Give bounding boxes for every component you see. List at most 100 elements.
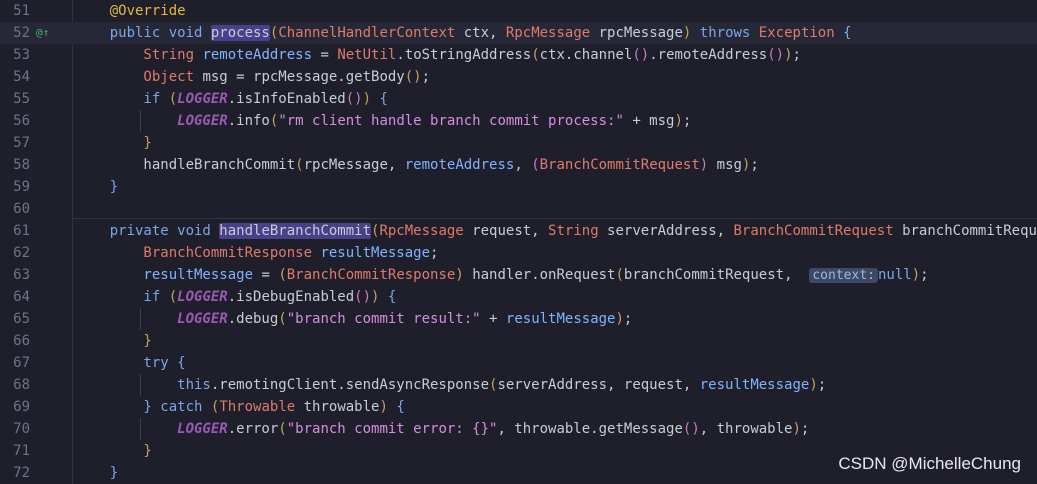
code-token: .error <box>227 421 279 437</box>
code-token: LOGGER <box>177 289 228 305</box>
code-line[interactable]: 68 this.remotingClient.sendAsyncResponse… <box>0 374 1037 396</box>
code-token: null <box>877 267 912 283</box>
code-text[interactable]: if (LOGGER.isDebugEnabled()) { <box>76 286 396 308</box>
code-text[interactable]: private void handleBranchCommit(RpcMessa… <box>76 220 1037 242</box>
line-number: 63 <box>13 267 30 283</box>
line-number: 57 <box>13 135 30 151</box>
code-editor[interactable]: 51 @Override 52 @↑ public void process(Cha… <box>0 0 1037 484</box>
code-line[interactable]: 57 } <box>0 132 1037 154</box>
code-token: { <box>379 289 397 305</box>
code-token: msg <box>708 157 742 173</box>
code-text[interactable]: public void process(ChannelHandlerContex… <box>76 22 852 44</box>
code-token: ) <box>674 113 683 129</box>
code-token: LOGGER <box>76 421 228 437</box>
code-token: ; <box>817 377 827 393</box>
code-token: handler.onRequest <box>463 267 616 283</box>
code-line[interactable]: 51 @Override <box>0 0 1037 22</box>
code-token: ctx.channel <box>539 47 633 63</box>
code-token: ( <box>278 421 287 437</box>
line-number: 72 <box>13 465 30 481</box>
code-line[interactable]: 67 try { <box>0 352 1037 374</box>
code-line[interactable]: 69 } catch (Throwable throwable) { <box>0 396 1037 418</box>
code-token: .isInfoEnabled <box>227 91 346 107</box>
code-text[interactable]: Object msg = rpcMessage.getBody(); <box>76 66 430 88</box>
code-token: = <box>253 267 279 283</box>
line-number: 51 <box>13 3 30 19</box>
code-token: = <box>312 47 338 63</box>
code-token: ctx, <box>455 25 506 41</box>
code-token: ) <box>699 157 709 173</box>
code-token: LOGGER <box>76 311 228 327</box>
code-token: ( <box>278 311 287 327</box>
code-token: , throwable.getMessage <box>497 421 683 437</box>
code-token: @Override <box>76 3 186 19</box>
code-text[interactable]: } <box>76 330 151 352</box>
line-number: 56 <box>13 113 30 129</box>
code-text[interactable]: LOGGER.info("rm client handle branch com… <box>76 110 691 132</box>
code-text[interactable]: if (LOGGER.isInfoEnabled()) { <box>76 88 387 110</box>
code-text[interactable]: } <box>76 462 118 484</box>
code-text[interactable]: LOGGER.debug("branch commit result:" + r… <box>76 308 632 330</box>
line-number: 62 <box>13 245 30 261</box>
code-token: if <box>76 289 169 305</box>
code-token: , throwable <box>699 421 793 437</box>
code-text[interactable]: handleBranchCommit(rpcMessage, remoteAdd… <box>76 154 758 176</box>
code-text[interactable]: @Override <box>76 0 186 22</box>
code-token: serverAddress, <box>598 223 734 239</box>
line-number: 60 <box>13 201 30 217</box>
code-token: ; <box>623 311 633 327</box>
code-token: ( <box>295 157 304 173</box>
code-text[interactable]: this.remotingClient.sendAsyncResponse(se… <box>76 374 826 396</box>
code-token: BranchCommitResponse <box>286 267 456 283</box>
code-token: .remoteAddress <box>649 47 768 63</box>
code-text[interactable]: BranchCommitResponse resultMessage; <box>76 242 438 264</box>
code-line[interactable]: 70 LOGGER.error("branch commit error: {}… <box>0 418 1037 440</box>
code-text[interactable]: } <box>76 176 118 198</box>
code-token: handleBranchCommit <box>76 157 296 173</box>
code-line[interactable]: 55 if (LOGGER.isInfoEnabled()) { <box>0 88 1037 110</box>
code-token: } <box>76 179 119 195</box>
code-line[interactable]: 61 private void handleBranchCommit(RpcMe… <box>0 220 1037 242</box>
code-line[interactable]: 63 resultMessage = (BranchCommitResponse… <box>0 264 1037 286</box>
code-text[interactable]: } <box>76 440 151 462</box>
indent-guide <box>140 418 141 440</box>
code-text[interactable]: } <box>76 132 151 154</box>
code-line[interactable]: 56 LOGGER.info("rm client handle branch … <box>0 110 1037 132</box>
code-token: "rm client handle branch commit process:… <box>278 113 624 129</box>
code-text[interactable]: resultMessage = (BranchCommitResponse) h… <box>76 264 929 287</box>
code-text[interactable]: LOGGER.error("branch commit error: {}", … <box>76 418 809 440</box>
code-token: resultMessage <box>76 267 254 283</box>
code-token: .info <box>227 113 270 129</box>
code-token: .remotingClient.sendAsyncResponse <box>210 377 490 393</box>
code-token: ; <box>800 421 810 437</box>
code-token: ) <box>379 399 388 415</box>
code-line[interactable]: 64 if (LOGGER.isDebugEnabled()) { <box>0 286 1037 308</box>
code-token: .toStringAddress <box>396 47 532 63</box>
code-text[interactable]: try { <box>76 352 185 374</box>
line-number: 59 <box>13 179 30 195</box>
line-number: 64 <box>13 289 30 305</box>
code-token: + <box>480 311 506 327</box>
code-line[interactable]: 66 } <box>0 330 1037 352</box>
code-text[interactable]: } catch (Throwable throwable) { <box>76 396 404 418</box>
code-token: ) <box>784 47 793 63</box>
code-token: private void <box>76 223 220 239</box>
code-token: () <box>404 69 422 85</box>
code-token: LOGGER <box>177 91 228 107</box>
code-line[interactable]: 59 } <box>0 176 1037 198</box>
code-text[interactable]: String remoteAddress = NetUtil.toStringA… <box>76 44 801 66</box>
code-line[interactable]: 53 String remoteAddress = NetUtil.toStri… <box>0 44 1037 66</box>
code-line[interactable]: 65 LOGGER.debug("branch commit result:" … <box>0 308 1037 330</box>
code-line[interactable]: 52 @↑ public void process(ChannelHandlerC… <box>0 22 1037 44</box>
override-method-icon[interactable]: @↑ <box>36 25 49 41</box>
code-token: ) <box>809 377 818 393</box>
code-line[interactable]: 62 BranchCommitResponse resultMessage; <box>0 242 1037 264</box>
code-line[interactable]: 58 handleBranchCommit(rpcMessage, remote… <box>0 154 1037 176</box>
line-number: 71 <box>13 443 30 459</box>
highlighted-identifier: process <box>210 25 270 41</box>
code-token: + msg <box>623 113 675 129</box>
highlighted-identifier: handleBranchCommit <box>219 223 372 239</box>
code-line[interactable]: 54 Object msg = rpcMessage.getBody(); <box>0 66 1037 88</box>
code-token: branchCommitRequest, <box>623 267 810 283</box>
code-line[interactable]: 60 <box>0 198 1037 220</box>
